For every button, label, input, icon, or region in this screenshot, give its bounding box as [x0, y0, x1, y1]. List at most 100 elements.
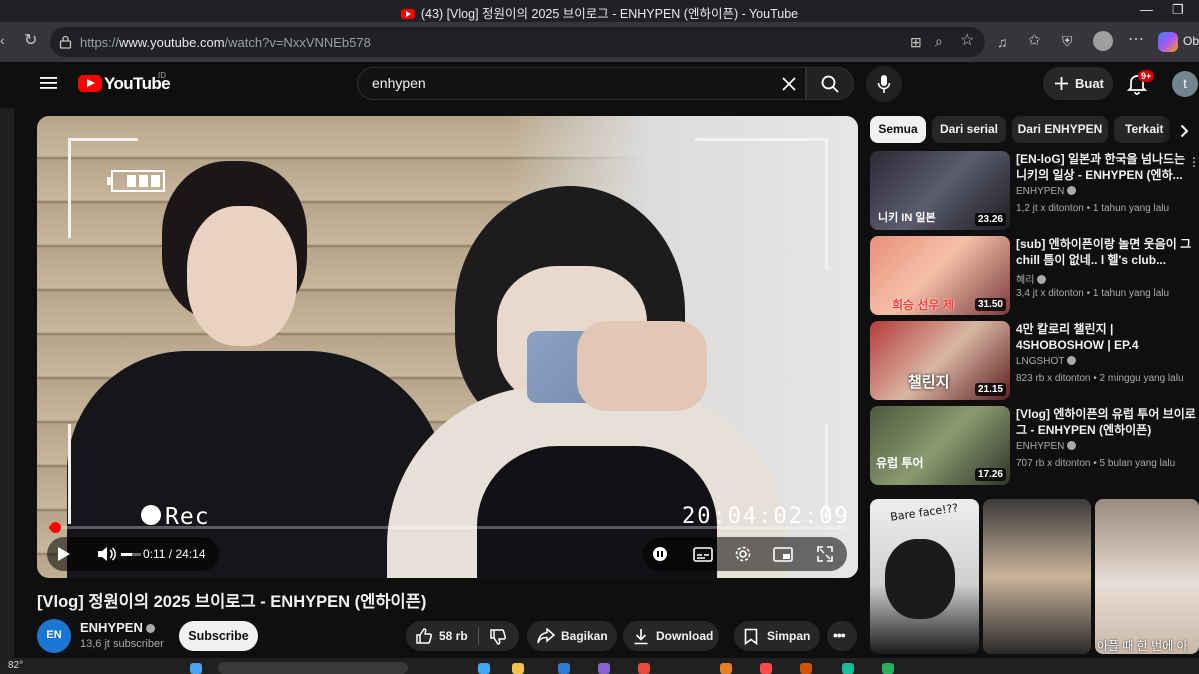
- hamburger-menu-icon[interactable]: [40, 76, 57, 90]
- video-title[interactable]: 4만 칼로리 챌린지 | 4SHOBOSHOW | EP.4: [1016, 321, 1196, 353]
- url-host: www.youtube.com: [119, 35, 225, 50]
- subtitles-icon[interactable]: [693, 547, 713, 562]
- save-label: Simpan: [767, 629, 811, 643]
- share-icon: [537, 628, 555, 644]
- recommended-video[interactable]: 희승 선우 제 31.50 [sub] 엔하이픈이랑 놀면 웃음이 그chill…: [870, 236, 1199, 316]
- settings-gear-icon[interactable]: [734, 545, 752, 563]
- volume-level: [121, 553, 132, 556]
- search-button[interactable]: [806, 67, 854, 100]
- account-avatar[interactable]: t: [1172, 71, 1198, 97]
- url-text: https://www.youtube.com/watch?v=NxxVNNEb…: [80, 35, 371, 50]
- more-menu-icon[interactable]: ⋯: [1128, 32, 1144, 48]
- video-thumbnail[interactable]: 니키 IN 일본 23.26: [870, 151, 1010, 230]
- video-title[interactable]: [Vlog] 엔하이픈의 유럽 투어 브이로그 - ENHYPEN (엔하이픈): [1016, 406, 1196, 438]
- progress-scrubber[interactable]: [50, 522, 62, 533]
- short-video[interactable]: [983, 499, 1091, 654]
- address-bar[interactable]: https://www.youtube.com/watch?v=NxxVNNEb…: [50, 27, 985, 57]
- chip-from-series[interactable]: Dari serial: [932, 116, 1006, 143]
- channel-name-text[interactable]: ENHYPEN: [80, 620, 143, 635]
- shield-icon[interactable]: ⛨: [1062, 33, 1073, 49]
- clear-search-icon[interactable]: [782, 77, 796, 91]
- recommended-video[interactable]: 유럽 투어 17.26 [Vlog] 엔하이픈의 유럽 투어 브이로그 - EN…: [870, 406, 1199, 486]
- channel-name-text[interactable]: ENHYPEN: [1016, 441, 1064, 452]
- taskbar-app-icon[interactable]: [720, 663, 732, 674]
- taskbar-app-icon[interactable]: [760, 663, 772, 674]
- copilot-icon[interactable]: [1158, 32, 1178, 52]
- channel-name[interactable]: LNGSHOT: [1016, 356, 1077, 367]
- restore-icon[interactable]: ❐: [1172, 2, 1184, 18]
- channel-avatar[interactable]: EN: [37, 619, 71, 653]
- video-hand: [577, 321, 707, 411]
- channel-name[interactable]: ENHYPEN: [1016, 441, 1077, 452]
- chip-all[interactable]: Semua: [870, 116, 926, 143]
- recommended-video[interactable]: 챌린지 21.15 4만 칼로리 챌린지 | 4SHOBOSHOW | EP.4…: [870, 321, 1199, 401]
- refresh-icon[interactable]: ↻: [24, 33, 37, 49]
- dislike-icon[interactable]: [489, 628, 507, 646]
- copilot-label[interactable]: Ob: [1183, 34, 1199, 48]
- read-aloud-icon[interactable]: ♫: [997, 34, 1008, 50]
- video-duration: 17.26: [974, 468, 1006, 481]
- channel-name-text[interactable]: 혜리: [1016, 275, 1034, 286]
- weather-temperature[interactable]: 82°: [8, 660, 23, 671]
- progress-bar[interactable]: [49, 522, 846, 533]
- like-count[interactable]: 58 rb: [439, 629, 468, 643]
- download-button[interactable]: Download: [623, 621, 719, 651]
- voice-search-button[interactable]: [866, 66, 902, 102]
- video-title[interactable]: [EN-loG] 일본과 한국을 넘나드는 니키의 일상 - ENHYPEN (…: [1016, 151, 1196, 183]
- taskbar-search[interactable]: [218, 662, 408, 674]
- taskbar-app-icon[interactable]: [842, 663, 854, 674]
- recommended-video[interactable]: 니키 IN 일본 23.26 [EN-loG] 일본과 한국을 넘나드는 니키의…: [870, 151, 1199, 231]
- taskbar-app-icon[interactable]: [800, 663, 812, 674]
- short-video[interactable]: Bare face!??: [870, 499, 979, 654]
- verified-icon: [1067, 186, 1077, 195]
- volume-icon[interactable]: [97, 546, 117, 562]
- channel-name-text[interactable]: ENHYPEN: [1016, 186, 1064, 197]
- profile-icon[interactable]: [1093, 31, 1113, 51]
- subscribe-button[interactable]: Subscribe: [179, 621, 258, 651]
- channel-name[interactable]: ENHYPEN: [80, 620, 155, 635]
- taskbar-app-icon[interactable]: [512, 663, 524, 674]
- video-thumbnail[interactable]: 희승 선우 제 31.50: [870, 236, 1010, 315]
- video-thumbnail[interactable]: 챌린지 21.15: [870, 321, 1010, 400]
- minimize-icon[interactable]: —: [1140, 2, 1153, 17]
- chevron-right-icon[interactable]: [1180, 124, 1189, 138]
- zoom-icon[interactable]: ⌕: [935, 33, 943, 49]
- more-actions-button[interactable]: •••: [827, 621, 857, 651]
- play-icon[interactable]: [57, 546, 71, 562]
- taskbar-app-icon[interactable]: [558, 663, 570, 674]
- lock-icon: [59, 35, 72, 49]
- short-video[interactable]: 아플 때 한 번에 아: [1095, 499, 1199, 654]
- video-meta: 707 rb x ditonton • 5 bulan yang lalu: [1016, 458, 1176, 469]
- create-button[interactable]: Buat: [1043, 67, 1113, 100]
- youtube-logo-icon[interactable]: [78, 75, 102, 92]
- taskbar-app-icon[interactable]: [638, 663, 650, 674]
- like-dislike-group: 58 rb: [406, 621, 519, 651]
- channel-name[interactable]: ENHYPEN: [1016, 186, 1077, 197]
- share-button[interactable]: Bagikan: [527, 621, 617, 651]
- bookmark-icon: [744, 628, 758, 645]
- kebab-menu-icon[interactable]: ⋮: [1188, 155, 1199, 169]
- back-icon[interactable]: ‹: [0, 32, 5, 48]
- notification-count-badge: 9+: [1138, 70, 1155, 82]
- channel-avatar-logo: EN: [46, 629, 62, 641]
- taskbar-app-icon[interactable]: [882, 663, 894, 674]
- chip-from-enhypen[interactable]: Dari ENHYPEN: [1012, 116, 1108, 143]
- video-player[interactable]: Rec 20:04:02:09 0:11 / 24:14: [37, 116, 858, 578]
- like-icon[interactable]: [415, 627, 433, 645]
- channel-name-text[interactable]: LNGSHOT: [1016, 356, 1064, 367]
- taskbar-app-icon[interactable]: [598, 663, 610, 674]
- volume-slider[interactable]: [121, 553, 141, 556]
- favorites-icon[interactable]: ✩: [1028, 33, 1041, 49]
- video-title[interactable]: [sub] 엔하이픈이랑 놀면 웃음이 그chill 틈이 없네.. l 헬's…: [1016, 236, 1196, 268]
- taskbar-app-icon[interactable]: [478, 663, 490, 674]
- start-icon[interactable]: [190, 663, 202, 674]
- search-input[interactable]: [372, 75, 772, 91]
- save-button[interactable]: Simpan: [734, 621, 820, 651]
- channel-name[interactable]: 혜리: [1016, 271, 1047, 286]
- video-thumbnail[interactable]: 유럽 투어 17.26: [870, 406, 1010, 485]
- fullscreen-icon[interactable]: [817, 546, 833, 562]
- favorite-star-icon[interactable]: ☆: [960, 33, 974, 49]
- miniplayer-icon[interactable]: [773, 547, 793, 562]
- apps-icon[interactable]: ⊞: [910, 34, 922, 50]
- autoplay-toggle-icon[interactable]: [653, 547, 667, 561]
